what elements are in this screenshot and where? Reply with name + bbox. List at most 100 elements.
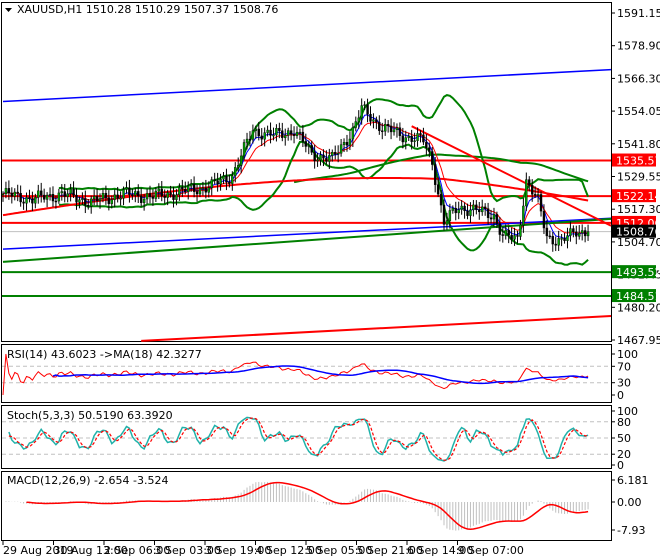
candle xyxy=(301,131,305,142)
candle xyxy=(122,189,125,199)
candle xyxy=(478,209,481,213)
candle xyxy=(569,228,572,236)
dropdown-triangle-icon xyxy=(5,8,12,12)
candle xyxy=(286,130,290,136)
chart-window[interactable]: 1591.15 1578.90 1566.30 1554.05 1541.80 1529.… xyxy=(0,0,660,560)
candle xyxy=(360,105,363,119)
candle xyxy=(548,235,552,238)
candle xyxy=(284,135,287,138)
candle xyxy=(107,197,111,204)
candle xyxy=(319,154,322,161)
candle xyxy=(336,153,340,155)
candle xyxy=(442,204,446,225)
candle xyxy=(542,210,546,229)
candle xyxy=(481,206,484,213)
candle xyxy=(422,134,425,143)
candle xyxy=(234,167,237,176)
rsi-tick-label: 70 xyxy=(617,360,631,373)
candle xyxy=(384,124,387,132)
candle xyxy=(407,135,410,138)
candle xyxy=(322,154,325,159)
candle xyxy=(460,205,463,210)
candle xyxy=(389,125,393,133)
candle xyxy=(410,135,413,142)
candle xyxy=(486,208,490,218)
price-tag-label: 1522.14 xyxy=(616,190,660,203)
candle xyxy=(37,190,40,198)
candle xyxy=(245,138,249,143)
candle xyxy=(451,208,455,211)
candle xyxy=(131,194,134,196)
candle xyxy=(583,230,587,237)
candle xyxy=(45,194,49,200)
candle xyxy=(507,229,510,236)
candle xyxy=(187,185,190,192)
candle xyxy=(19,192,22,203)
y-tick-label: 1467.95 xyxy=(617,334,660,347)
candle xyxy=(339,144,343,154)
panel-main xyxy=(1,2,612,342)
candle xyxy=(113,194,116,200)
candle xyxy=(404,137,407,143)
candle xyxy=(398,127,402,136)
candle xyxy=(16,191,19,194)
candle xyxy=(331,152,334,156)
candle xyxy=(195,191,199,195)
candle xyxy=(142,198,146,203)
candle xyxy=(189,183,193,187)
candle xyxy=(201,187,205,190)
candle xyxy=(1,193,5,196)
price-tag-label: 1484.51 xyxy=(616,290,660,303)
candle xyxy=(210,179,213,188)
candle xyxy=(254,128,258,131)
candle xyxy=(513,235,516,240)
candle xyxy=(116,194,119,199)
candle xyxy=(298,131,302,134)
candle xyxy=(178,187,181,196)
candle xyxy=(242,142,246,157)
candle xyxy=(51,194,55,202)
candle xyxy=(580,230,584,234)
candle xyxy=(34,197,37,204)
candle xyxy=(128,187,131,195)
candle xyxy=(575,231,578,237)
candle xyxy=(281,130,284,138)
current-price-label: 1508.76 xyxy=(616,226,660,239)
candle xyxy=(463,205,466,212)
stoch-tick-label: 0 xyxy=(617,459,624,472)
candle xyxy=(192,183,196,192)
candle xyxy=(492,214,496,220)
candle xyxy=(536,194,540,196)
candle xyxy=(310,145,313,153)
candle xyxy=(157,188,161,192)
candle xyxy=(4,188,8,195)
candle xyxy=(69,188,72,194)
candle xyxy=(378,121,381,131)
candle xyxy=(42,194,46,200)
candle xyxy=(413,140,416,142)
candle xyxy=(260,135,263,140)
candle xyxy=(554,243,557,246)
candle xyxy=(269,129,272,136)
candle xyxy=(431,151,434,165)
candle xyxy=(357,117,360,122)
candle xyxy=(57,192,61,202)
y-tick-label: 1591.15 xyxy=(617,7,660,20)
candle xyxy=(25,197,28,204)
candle xyxy=(572,228,575,233)
candle xyxy=(363,104,366,106)
macd-tick-label: -7.93 xyxy=(617,524,645,537)
candle xyxy=(419,133,422,136)
price-tag-label: 1493.52 xyxy=(616,266,660,279)
candle xyxy=(472,204,475,211)
chart-canvas[interactable]: 1591.15 1578.90 1566.30 1554.05 1541.80 1529.… xyxy=(0,0,660,560)
candle xyxy=(369,114,372,122)
candle xyxy=(498,223,502,235)
candle xyxy=(89,198,93,207)
candle xyxy=(489,217,493,220)
candle xyxy=(454,208,457,214)
candle xyxy=(351,127,355,140)
macd-title: MACD(12,26,9) -2.654 -3.524 xyxy=(7,474,168,487)
candle xyxy=(401,135,405,143)
candle xyxy=(31,198,34,204)
